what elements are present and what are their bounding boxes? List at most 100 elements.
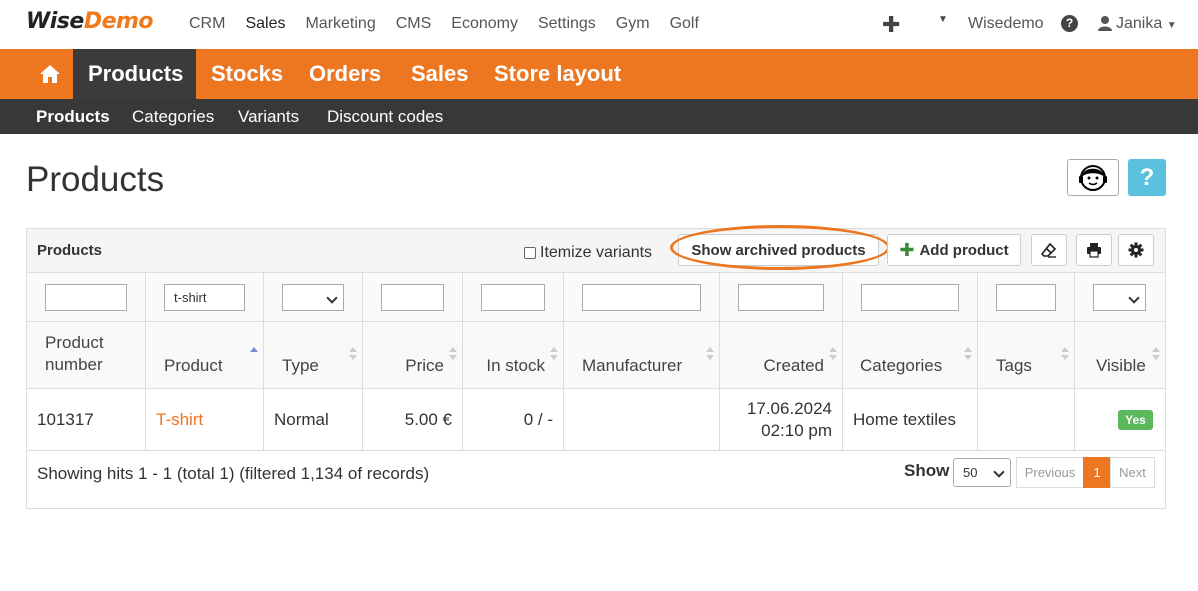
cell-product-number: 101317 xyxy=(27,389,146,451)
clear-filters-button[interactable] xyxy=(1031,234,1067,266)
cell-product: T-shirt xyxy=(146,389,264,451)
gear-icon xyxy=(1128,242,1144,258)
top-nav: CRM Sales Marketing CMS Economy Settings… xyxy=(189,15,719,33)
results-summary: Showing hits 1 - 1 (total 1) (filtered 1… xyxy=(37,464,430,483)
company-name[interactable]: Wisedemo xyxy=(968,15,1044,33)
subnav-discount-codes[interactable]: Discount codes xyxy=(327,99,443,134)
column-header-product-number[interactable]: Product number xyxy=(27,322,146,389)
column-header-type[interactable]: Type xyxy=(264,322,363,389)
support-button[interactable] xyxy=(1067,159,1119,196)
mainnav-sales[interactable]: Sales xyxy=(411,49,469,99)
page-size-label: Show xyxy=(904,461,950,480)
product-number-filter-input[interactable] xyxy=(45,284,127,311)
price-filter-input[interactable] xyxy=(381,284,444,311)
print-button[interactable] xyxy=(1076,234,1112,266)
sort-icon xyxy=(829,347,837,361)
topnav-settings[interactable]: Settings xyxy=(538,15,596,33)
table-row[interactable]: 101317 T-shirt Normal 5.00 € 0 / - 17.06… xyxy=(27,389,1165,451)
user-icon[interactable] xyxy=(1097,15,1113,31)
column-header-categories[interactable]: Categories xyxy=(843,322,978,389)
column-header-product[interactable]: Product xyxy=(146,322,264,389)
filter-cell xyxy=(1075,273,1165,322)
pagination-page-1[interactable]: 1 xyxy=(1083,457,1111,488)
topnav-sales[interactable]: Sales xyxy=(245,15,285,33)
filter-cell xyxy=(463,273,564,322)
categories-filter-input[interactable] xyxy=(861,284,959,311)
home-icon xyxy=(40,65,60,83)
pagination-next[interactable]: Next xyxy=(1110,457,1155,488)
cell-price: 5.00 € xyxy=(363,389,463,451)
visible-status-badge[interactable]: Yes xyxy=(1118,410,1153,430)
logo-part-1: Wise xyxy=(26,9,84,34)
filter-cell xyxy=(720,273,843,322)
column-header-visible[interactable]: Visible xyxy=(1075,322,1165,389)
help-button[interactable]: ? xyxy=(1128,159,1166,196)
cell-manufacturer xyxy=(564,389,720,451)
sort-icon xyxy=(349,347,357,361)
settings-button[interactable] xyxy=(1118,234,1154,266)
mainnav-products[interactable]: Products xyxy=(73,49,196,99)
products-panel: Products Itemize variants Show archived … xyxy=(26,225,1166,509)
question-circle-icon[interactable]: ? xyxy=(1061,15,1078,32)
top-bar: WiseDemo CRM Sales Marketing CMS Economy… xyxy=(0,0,1198,49)
pagination-previous[interactable]: Previous xyxy=(1016,457,1084,488)
column-label: Type xyxy=(282,356,319,375)
caret-down-icon: ▼ xyxy=(1166,20,1177,31)
sort-icon xyxy=(964,347,972,361)
panel-header: Products Itemize variants Show archived … xyxy=(27,225,1165,273)
cell-type: Normal xyxy=(264,389,363,451)
column-label: Tags xyxy=(996,356,1032,375)
created-date: 17.06.2024 xyxy=(746,399,832,418)
plus-icon[interactable]: ✚ xyxy=(882,12,900,38)
home-button[interactable] xyxy=(27,49,73,99)
filter-cell: t-shirt xyxy=(146,273,264,322)
topnav-marketing[interactable]: Marketing xyxy=(305,15,375,33)
column-header-manufacturer[interactable]: Manufacturer xyxy=(564,322,720,389)
sort-icon xyxy=(706,347,714,361)
manufacturer-filter-input[interactable] xyxy=(582,284,701,311)
itemize-variants-checkbox[interactable]: Itemize variants xyxy=(524,244,652,262)
filter-cell xyxy=(264,273,363,322)
sort-icon xyxy=(1061,347,1069,361)
in-stock-value: 0 / - xyxy=(523,410,553,429)
caret-down-icon[interactable]: ▼ xyxy=(938,14,948,25)
add-product-button[interactable]: ✚ Add product xyxy=(887,234,1021,266)
column-label: Manufacturer xyxy=(582,356,683,375)
type-filter-select[interactable] xyxy=(282,284,344,311)
tags-filter-input[interactable] xyxy=(996,284,1056,311)
checkbox-icon[interactable] xyxy=(524,247,536,259)
topnav-cms[interactable]: CMS xyxy=(396,15,432,33)
column-header-in-stock[interactable]: In stock xyxy=(463,322,564,389)
topnav-crm[interactable]: CRM xyxy=(189,15,225,33)
print-icon xyxy=(1087,243,1101,258)
topnav-gym[interactable]: Gym xyxy=(616,15,650,33)
subnav-products[interactable]: Products xyxy=(36,99,110,134)
sort-icon xyxy=(550,347,558,361)
column-label: Categories xyxy=(860,356,943,375)
subnav-variants[interactable]: Variants xyxy=(238,99,299,134)
mainnav-store-layout[interactable]: Store layout xyxy=(494,49,621,99)
cell-tags xyxy=(978,389,1075,451)
product-link[interactable]: T-shirt xyxy=(156,409,203,431)
logo[interactable]: WiseDemo xyxy=(26,9,154,34)
visible-filter-select[interactable] xyxy=(1093,284,1146,311)
filter-cell xyxy=(27,273,146,322)
plus-icon: ✚ xyxy=(899,239,915,260)
column-header-tags[interactable]: Tags xyxy=(978,322,1075,389)
column-header-created[interactable]: Created xyxy=(720,322,843,389)
filter-cell xyxy=(564,273,720,322)
price-value: 5.00 € xyxy=(404,410,452,429)
page-size-select[interactable]: 50 xyxy=(953,458,1011,487)
user-menu[interactable]: Janika ▼ xyxy=(1116,15,1177,33)
column-header-price[interactable]: Price xyxy=(363,322,463,389)
created-filter-input[interactable] xyxy=(738,284,824,311)
mainnav-stocks[interactable]: Stocks xyxy=(211,49,283,99)
product-filter-input[interactable]: t-shirt xyxy=(164,284,245,311)
topnav-economy[interactable]: Economy xyxy=(451,15,518,33)
in-stock-filter-input[interactable] xyxy=(481,284,545,311)
column-label: Created xyxy=(763,356,824,375)
subnav-categories[interactable]: Categories xyxy=(132,99,214,134)
topnav-golf[interactable]: Golf xyxy=(670,15,699,33)
mainnav-orders[interactable]: Orders xyxy=(309,49,381,99)
filter-cell xyxy=(978,273,1075,322)
